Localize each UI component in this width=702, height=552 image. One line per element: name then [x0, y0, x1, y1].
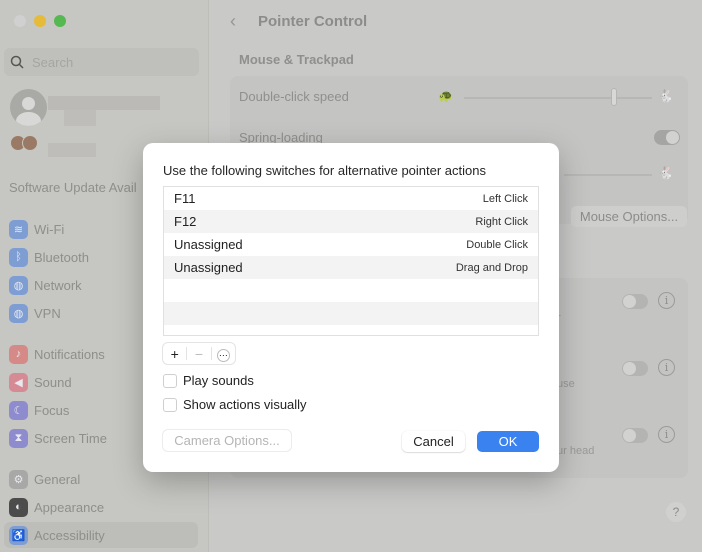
switch-name: Unassigned: [174, 237, 243, 252]
sidebar-item-label: Appearance: [34, 499, 105, 515]
ok-button[interactable]: OK: [477, 431, 539, 452]
show-actions-checkbox[interactable]: [163, 397, 177, 412]
spring-loading-toggle[interactable]: [654, 130, 680, 145]
switch-name: F11: [174, 191, 196, 206]
sidebar-item-label: Network: [34, 277, 82, 293]
sidebar-item-label: Focus: [34, 402, 70, 418]
double-click-label: Double-click speed: [239, 89, 349, 104]
bell-icon: ♪: [9, 344, 28, 364]
sidebar-item-label: VPN: [34, 305, 61, 321]
redacted-subtitle: [64, 110, 96, 126]
remove-button[interactable]: −: [187, 346, 210, 362]
vpn-icon: ◍: [9, 303, 28, 323]
globe-icon: ◍: [9, 275, 28, 295]
action-name: Drag and Drop: [455, 261, 528, 274]
double-click-slider[interactable]: [464, 97, 652, 99]
action-name: Right Click: [475, 215, 528, 228]
spring-loading-speed-slider[interactable]: [564, 174, 652, 176]
empty-list-row: [164, 279, 538, 302]
more-options-button[interactable]: ⋯: [212, 345, 235, 362]
redacted-family: [48, 143, 96, 157]
list-row[interactable]: Unassigned Double Click: [164, 233, 538, 256]
redacted-name: [48, 96, 160, 110]
family-avatars[interactable]: [10, 135, 38, 151]
hourglass-icon: ⧗: [9, 428, 28, 448]
toggle-1[interactable]: [622, 294, 648, 309]
camera-options-button[interactable]: Camera Options...: [163, 430, 291, 451]
minimize-button[interactable]: [34, 15, 46, 27]
back-chevron-icon[interactable]: ‹: [230, 11, 236, 32]
wifi-icon: ≋: [9, 219, 28, 239]
sidebar-item-label: Accessibility: [34, 527, 105, 543]
toggle-2[interactable]: [622, 361, 648, 376]
dialog-title: Use the following switches for alternati…: [163, 163, 486, 178]
ellipsis-circle-icon: ⋯: [216, 349, 230, 362]
sidebar-item-label: Notifications: [34, 346, 105, 362]
turtle-icon: 🐢: [438, 89, 453, 103]
list-edit-controls: + − ⋯: [163, 343, 235, 364]
rabbit-icon: 🐇: [658, 89, 673, 103]
help-button[interactable]: ?: [666, 502, 686, 522]
play-sounds-checkbox[interactable]: [163, 373, 177, 388]
switch-action-list: F11 Left Click F12 Right Click Unassigned Dou…: [163, 186, 539, 336]
search-placeholder: Search: [32, 54, 74, 70]
info-icon[interactable]: i: [658, 426, 675, 443]
add-button[interactable]: +: [163, 346, 186, 362]
switch-name: F12: [174, 214, 197, 229]
avatar[interactable]: [10, 89, 47, 126]
window-controls: [14, 15, 66, 27]
moon-icon: ☾: [9, 400, 28, 420]
sidebar-item-accessibility[interactable]: ♿ Accessibility: [4, 522, 198, 548]
sidebar-item-label: Bluetooth: [34, 249, 89, 265]
search-input[interactable]: Search: [4, 48, 199, 76]
info-icon[interactable]: i: [658, 359, 675, 376]
action-name: Double Click: [466, 238, 528, 251]
partial-text: ur head: [557, 445, 595, 457]
search-icon: [10, 55, 24, 69]
double-click-slider-thumb[interactable]: [611, 88, 618, 106]
close-button[interactable]: [14, 15, 26, 27]
section-title: Mouse & Trackpad: [239, 52, 354, 67]
list-row[interactable]: F12 Right Click: [164, 210, 538, 233]
switch-name: Unassigned: [174, 260, 243, 275]
alternative-pointer-actions-dialog: Use the following switches for alternati…: [143, 143, 559, 472]
software-update-notice[interactable]: Software Update Avail: [9, 180, 137, 195]
info-icon[interactable]: i: [658, 292, 675, 309]
sidebar-item-label: General: [34, 471, 81, 487]
toggle-3[interactable]: [622, 428, 648, 443]
rabbit-icon: 🐇: [658, 166, 673, 180]
sidebar-item-label: Sound: [34, 374, 72, 390]
list-row[interactable]: Unassigned Drag and Drop: [164, 256, 538, 279]
action-name: Left Click: [482, 192, 528, 205]
play-sounds-label: Play sounds: [183, 373, 254, 388]
gear-icon: ⚙: [9, 469, 28, 489]
zoom-button[interactable]: [54, 15, 66, 27]
sidebar-item-label: Screen Time: [34, 430, 107, 446]
empty-list-row: [164, 302, 538, 325]
bluetooth-icon: ᛒ: [9, 247, 28, 267]
partial-text: use: [557, 378, 575, 390]
accessibility-icon: ♿: [9, 525, 28, 545]
sidebar-item-label: Wi-Fi: [34, 221, 65, 237]
show-actions-row[interactable]: Show actions visually: [163, 397, 307, 412]
list-row[interactable]: F11 Left Click: [164, 187, 538, 210]
cancel-button[interactable]: Cancel: [402, 431, 465, 452]
play-sounds-row[interactable]: Play sounds: [163, 373, 254, 388]
appearance-icon: ◐: [9, 497, 28, 517]
sidebar-item-appearance[interactable]: ◐ Appearance: [4, 494, 198, 520]
speaker-icon: ◀: [9, 372, 28, 392]
mouse-options-button[interactable]: Mouse Options...: [571, 206, 687, 227]
page-title: Pointer Control: [258, 13, 368, 30]
show-actions-label: Show actions visually: [183, 397, 307, 412]
